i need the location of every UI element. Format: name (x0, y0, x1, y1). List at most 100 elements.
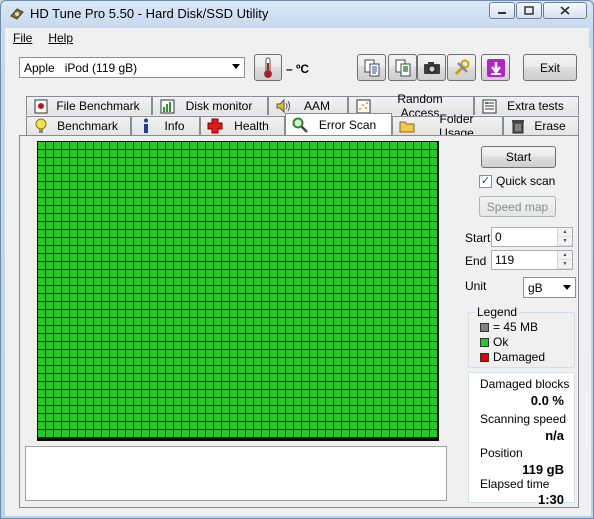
tab-disk-monitor[interactable]: Disk monitor (152, 96, 268, 115)
start-button[interactable]: Start (481, 146, 556, 168)
scan-block (294, 358, 301, 365)
scan-block (102, 286, 109, 293)
scan-block (46, 150, 53, 157)
scan-block (326, 398, 333, 405)
scan-block (198, 278, 205, 285)
scan-block (390, 262, 397, 269)
menu-file[interactable]: File (5, 31, 40, 45)
download-button[interactable] (481, 54, 510, 81)
start-field-label: Start (465, 231, 491, 245)
close-button[interactable] (543, 2, 587, 19)
scan-block (334, 430, 341, 437)
scan-block (382, 422, 389, 429)
options-button[interactable] (447, 54, 476, 81)
scan-block (334, 198, 341, 205)
scan-block (430, 326, 437, 333)
end-spinner[interactable]: ▲ ▼ (557, 251, 572, 269)
copy-info-button[interactable] (388, 54, 417, 81)
temperature-button[interactable] (254, 54, 282, 81)
scan-block (70, 414, 77, 421)
tab-file-benchmark[interactable]: File Benchmark (26, 96, 152, 115)
scan-block (294, 174, 301, 181)
scan-block (318, 382, 325, 389)
tab-health[interactable]: Health (200, 116, 285, 135)
scan-block (110, 198, 117, 205)
scan-block (230, 406, 237, 413)
tab-folder-usage[interactable]: Folder Usage (392, 112, 503, 140)
scan-block (126, 398, 133, 405)
scan-block (406, 406, 413, 413)
tab-error-scan[interactable]: Error Scan (285, 113, 392, 135)
tab-info[interactable]: Info (131, 116, 200, 135)
scan-block (198, 366, 205, 373)
scan-block (238, 278, 245, 285)
exit-button[interactable]: Exit (523, 54, 577, 81)
scan-block (422, 414, 429, 421)
scan-block (254, 350, 261, 357)
scan-block (350, 158, 357, 165)
scan-block (278, 294, 285, 301)
scan-block (278, 238, 285, 245)
scan-block (142, 150, 149, 157)
scan-block (102, 198, 109, 205)
scan-block (310, 222, 317, 229)
tab-benchmark[interactable]: Benchmark (26, 116, 131, 135)
tab-erase[interactable]: Erase (503, 116, 579, 135)
scan-block (198, 382, 205, 389)
scan-block (254, 150, 261, 157)
scan-block (270, 270, 277, 277)
screenshot-button[interactable] (417, 54, 446, 81)
scan-block (62, 406, 69, 413)
scan-block (358, 166, 365, 173)
scan-block (54, 414, 61, 421)
quick-scan-checkbox[interactable]: ✓ Quick scan (479, 174, 555, 188)
scan-block (110, 302, 117, 309)
scan-block (222, 414, 229, 421)
scan-block (286, 310, 293, 317)
scan-block (182, 374, 189, 381)
end-field[interactable]: 119 ▲ ▼ (491, 250, 573, 270)
menu-help[interactable]: Help (40, 31, 81, 45)
scan-block (302, 206, 309, 213)
scan-block (222, 254, 229, 261)
scan-block (382, 342, 389, 349)
scan-block (286, 358, 293, 365)
scan-block (294, 406, 301, 413)
scan-block (294, 222, 301, 229)
scan-block (334, 166, 341, 173)
maximize-button[interactable] (516, 2, 542, 19)
scan-block (382, 190, 389, 197)
scan-block (326, 286, 333, 293)
scan-block (94, 206, 101, 213)
scan-block (430, 166, 437, 173)
scan-block (182, 294, 189, 301)
scan-block (406, 158, 413, 165)
scan-block (382, 390, 389, 397)
copy-text-icon (364, 59, 379, 76)
scan-block (366, 350, 373, 357)
scan-log-box[interactable] (25, 446, 447, 501)
scan-block (94, 230, 101, 237)
scan-block (182, 310, 189, 317)
scan-block (222, 366, 229, 373)
scan-block (86, 302, 93, 309)
minimize-button[interactable] (489, 2, 515, 19)
scan-block (270, 206, 277, 213)
start-spinner[interactable]: ▲ ▼ (557, 228, 572, 246)
unit-select[interactable]: gB (523, 277, 576, 298)
title-bar[interactable]: HD Tune Pro 5.50 - Hard Disk/SSD Utility (1, 1, 593, 27)
copy-text-button[interactable] (357, 54, 386, 81)
scan-block (318, 302, 325, 309)
speed-map-button[interactable]: Speed map (479, 196, 556, 217)
scan-block (302, 390, 309, 397)
scan-block (150, 174, 157, 181)
scan-block (310, 278, 317, 285)
scan-block (302, 334, 309, 341)
scan-block (62, 302, 69, 309)
scan-block (54, 262, 61, 269)
scan-block (126, 246, 133, 253)
drive-select[interactable]: Apple iPod (119 gB) (19, 57, 245, 78)
start-field[interactable]: 0 ▲ ▼ (491, 227, 573, 247)
scan-block (246, 390, 253, 397)
scan-block (262, 278, 269, 285)
